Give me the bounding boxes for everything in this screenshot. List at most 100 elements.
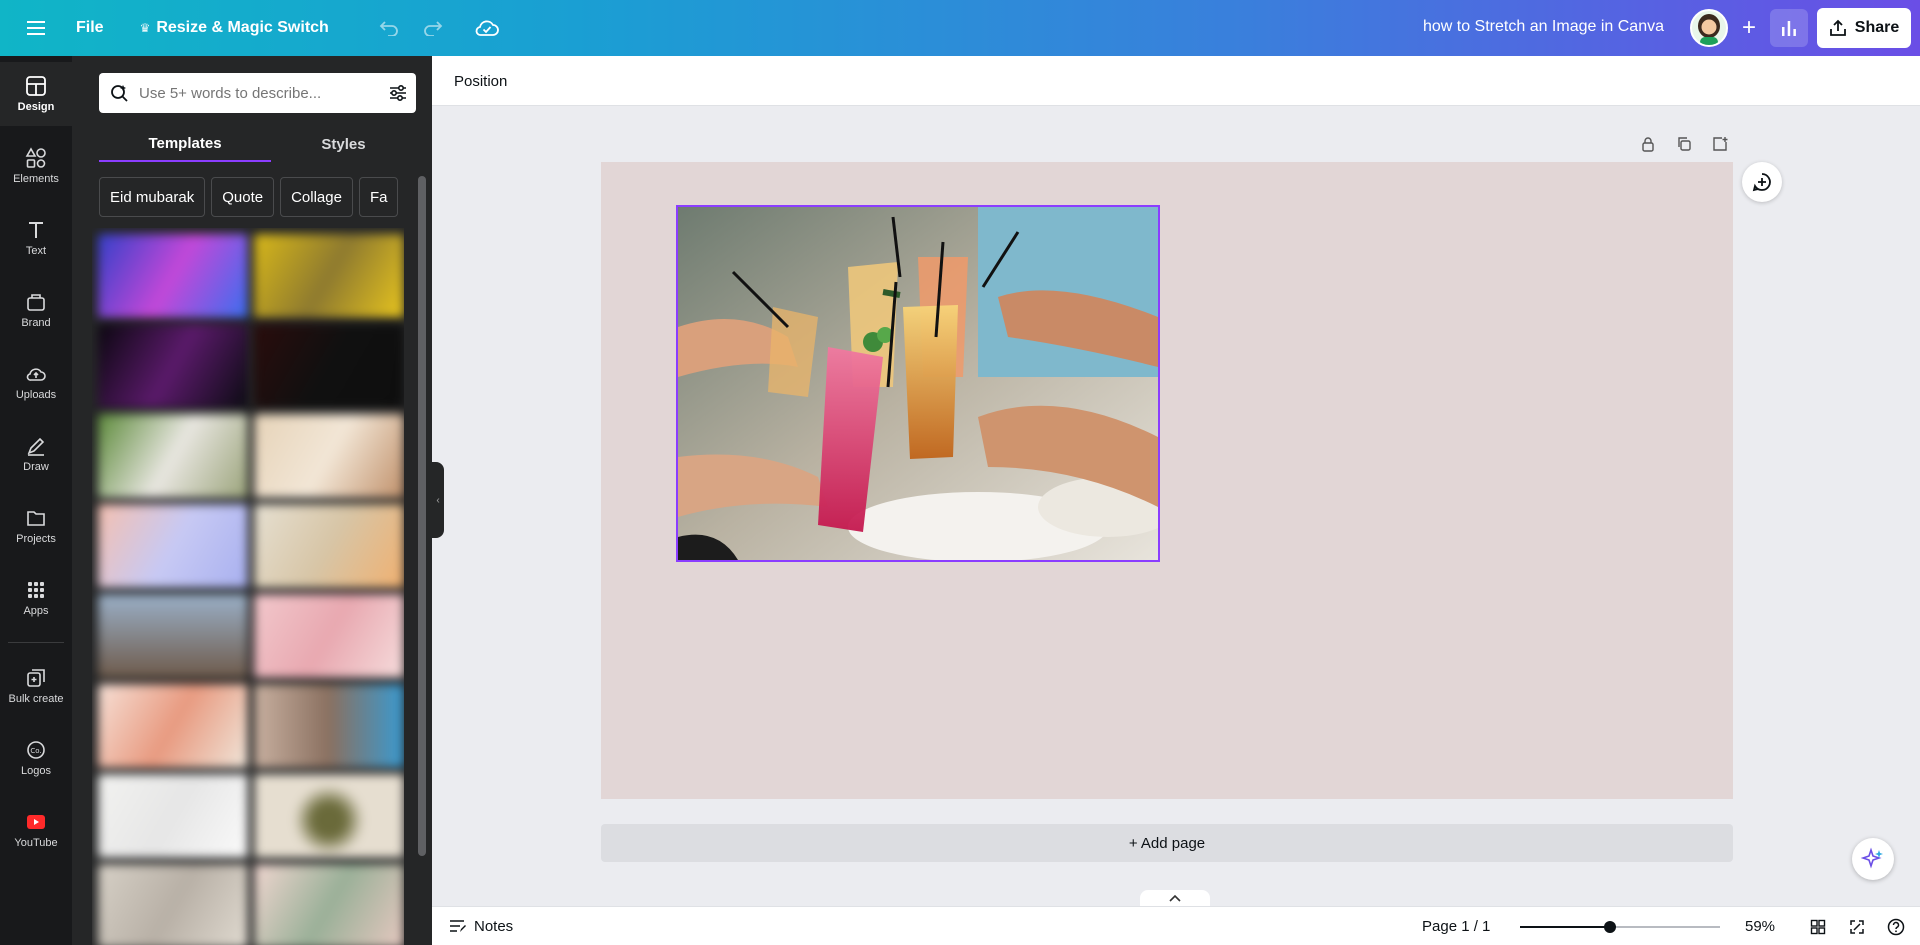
template-thumbnail[interactable] bbox=[254, 414, 404, 498]
rail-label-apps: Apps bbox=[23, 605, 49, 617]
selected-photo[interactable] bbox=[676, 205, 1160, 562]
bar-chart-icon bbox=[1782, 21, 1796, 36]
template-thumbnail[interactable] bbox=[254, 774, 404, 858]
page-indicator[interactable]: Page 1 / 1 bbox=[1422, 918, 1490, 935]
undo-icon bbox=[379, 21, 398, 36]
template-thumbnail[interactable] bbox=[98, 594, 248, 678]
add-page-button[interactable]: + Add page bbox=[601, 824, 1733, 862]
chip-more[interactable]: Fa bbox=[358, 177, 399, 217]
rail-label-text: Text bbox=[25, 245, 47, 257]
fullscreen-button[interactable] bbox=[1846, 916, 1868, 938]
grid-view-icon bbox=[1810, 919, 1826, 935]
position-button[interactable]: Position bbox=[448, 66, 513, 96]
magic-search-icon bbox=[111, 85, 128, 102]
template-thumbnail[interactable] bbox=[254, 234, 404, 318]
zoom-slider-handle[interactable] bbox=[1604, 921, 1616, 933]
cocktail-toast-photo bbox=[678, 207, 1158, 560]
notes-button[interactable]: Notes bbox=[448, 913, 513, 939]
zoom-slider[interactable] bbox=[1520, 921, 1720, 933]
main-menu-button[interactable] bbox=[16, 8, 56, 48]
rail-label-design: Design bbox=[17, 101, 55, 113]
rail-divider bbox=[8, 642, 64, 643]
rail-label-uploads: Uploads bbox=[15, 389, 57, 401]
sparkle-icon bbox=[1861, 847, 1883, 869]
template-thumbnail[interactable] bbox=[98, 864, 248, 945]
rail-label-draw: Draw bbox=[23, 461, 49, 473]
filter-sliders-icon[interactable] bbox=[388, 83, 408, 103]
fullscreen-icon bbox=[1850, 920, 1864, 934]
bulk-create-icon bbox=[27, 669, 45, 687]
template-search[interactable] bbox=[99, 73, 416, 113]
resize-magic-switch-button[interactable]: ♛ Resize & Magic Switch bbox=[128, 8, 341, 48]
template-thumbnail[interactable] bbox=[98, 774, 248, 858]
template-thumbnail[interactable] bbox=[98, 684, 248, 768]
add-page-icon-button[interactable] bbox=[1710, 134, 1730, 154]
layout-icon bbox=[26, 76, 46, 96]
rail-label-brand: Brand bbox=[21, 317, 51, 329]
rail-item-bulk-create[interactable]: Bulk create bbox=[0, 654, 72, 718]
lock-icon bbox=[1642, 137, 1654, 152]
collapse-panel-button[interactable]: ‹ bbox=[432, 462, 444, 538]
rail-item-draw[interactable]: Draw bbox=[0, 422, 72, 486]
tab-templates[interactable]: Templates bbox=[99, 126, 271, 162]
left-rail: Design Elements Text Brand Uploads Draw … bbox=[0, 56, 72, 945]
redo-button[interactable] bbox=[415, 8, 451, 48]
rail-item-design[interactable]: Design bbox=[0, 62, 72, 126]
cloud-upload-icon bbox=[26, 368, 46, 381]
category-chips: Eid mubarak Quote Collage Fa bbox=[99, 177, 399, 217]
svg-text:Co.: Co. bbox=[30, 747, 41, 755]
crown-icon: ♛ bbox=[139, 21, 151, 35]
zoom-slider-fill bbox=[1520, 926, 1610, 928]
rail-item-uploads[interactable]: Uploads bbox=[0, 350, 72, 414]
share-upload-icon bbox=[1829, 19, 1846, 36]
grid-icon bbox=[28, 582, 44, 598]
duplicate-page-button[interactable] bbox=[1674, 134, 1694, 154]
template-thumbnail[interactable] bbox=[98, 234, 248, 318]
save-status-button[interactable] bbox=[469, 8, 505, 48]
chip-collage[interactable]: Collage bbox=[280, 177, 353, 217]
invite-button[interactable]: + bbox=[1730, 9, 1768, 47]
help-icon bbox=[1887, 918, 1905, 936]
zoom-percentage[interactable]: 59% bbox=[1745, 918, 1775, 935]
magic-assistant-button[interactable] bbox=[1852, 838, 1894, 880]
avatar[interactable] bbox=[1690, 9, 1728, 47]
lock-page-button[interactable] bbox=[1638, 134, 1658, 154]
template-thumbnail[interactable] bbox=[254, 324, 404, 408]
user-avatar-icon bbox=[1692, 11, 1726, 45]
rail-item-projects[interactable]: Projects bbox=[0, 494, 72, 558]
template-thumbnail[interactable] bbox=[254, 594, 404, 678]
template-thumbnail[interactable] bbox=[254, 504, 404, 588]
grid-view-button[interactable] bbox=[1807, 916, 1829, 938]
rail-item-youtube[interactable]: YouTube bbox=[0, 798, 72, 862]
file-menu-button[interactable]: File bbox=[64, 8, 116, 48]
rail-label-bulk-create: Bulk create bbox=[8, 693, 64, 705]
rail-label-elements: Elements bbox=[13, 173, 59, 185]
tab-styles[interactable]: Styles bbox=[271, 126, 416, 162]
search-input[interactable] bbox=[139, 84, 369, 102]
rail-item-elements[interactable]: Elements bbox=[0, 134, 72, 198]
rail-item-apps[interactable]: Apps bbox=[0, 566, 72, 630]
template-thumbnail[interactable] bbox=[98, 414, 248, 498]
help-button[interactable] bbox=[1885, 916, 1907, 938]
add-comment-button[interactable] bbox=[1742, 162, 1782, 202]
rail-item-logos[interactable]: Co. Logos bbox=[0, 726, 72, 790]
rail-item-text[interactable]: Text bbox=[0, 206, 72, 270]
youtube-icon bbox=[27, 815, 45, 829]
show-pages-button[interactable] bbox=[1140, 890, 1210, 906]
rail-item-brand[interactable]: Brand bbox=[0, 278, 72, 342]
redo-icon bbox=[424, 21, 443, 36]
document-title[interactable]: how to Stretch an Image in Canva bbox=[1423, 18, 1664, 36]
template-thumbnail[interactable] bbox=[254, 864, 404, 945]
insights-button[interactable] bbox=[1770, 9, 1808, 47]
chip-eid-mubarak[interactable]: Eid mubarak bbox=[99, 177, 206, 217]
template-thumbnail[interactable] bbox=[98, 324, 248, 408]
template-thumbnail[interactable] bbox=[98, 504, 248, 588]
context-toolbar: Position bbox=[432, 56, 1920, 106]
duplicate-icon bbox=[1678, 137, 1691, 151]
panel-scrollbar[interactable] bbox=[416, 164, 428, 944]
chip-quote[interactable]: Quote bbox=[211, 177, 275, 217]
scrollbar-thumb[interactable] bbox=[418, 176, 426, 856]
template-thumbnail[interactable] bbox=[254, 684, 404, 768]
share-button[interactable]: Share bbox=[1817, 8, 1911, 48]
undo-button[interactable] bbox=[371, 8, 407, 48]
